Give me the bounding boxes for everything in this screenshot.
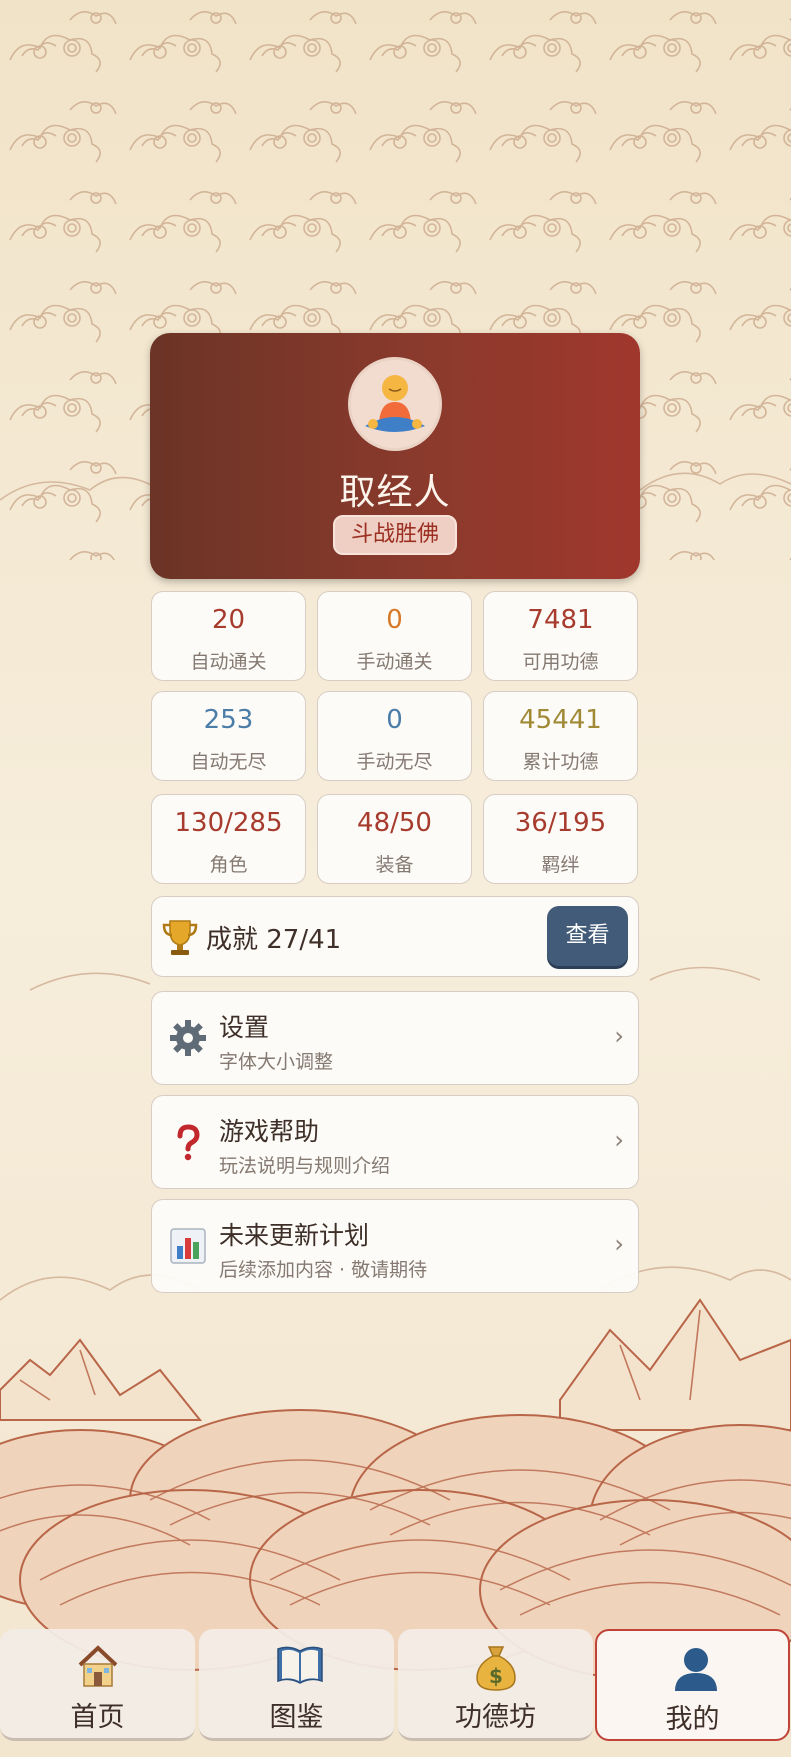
menu-title: 游戏帮助: [219, 1117, 320, 1146]
username: 取经人: [339, 472, 451, 513]
user-icon: [675, 1648, 717, 1691]
tab-label: 我的: [665, 1704, 720, 1735]
achievement-count: 成就 27/41: [206, 925, 342, 955]
trophy-icon: [162, 920, 198, 955]
tab-home[interactable]: 首页: [0, 1629, 195, 1741]
tab-label: 首页: [70, 1702, 125, 1733]
tab-label: 图鉴: [269, 1702, 324, 1733]
menu-subtitle: 字体大小调整: [219, 1051, 334, 1073]
stat-value: 20: [211, 605, 246, 635]
stat-label: 角色: [209, 854, 248, 876]
stat-manual-clear: 0 手动通关: [317, 591, 472, 681]
stat-value: 0: [386, 605, 403, 635]
tab-merit-shop[interactable]: $ 功德坊: [398, 1629, 593, 1741]
bar-chart-icon: [170, 1228, 206, 1264]
stat-auto-clear: 20 自动通关: [151, 591, 306, 681]
stat-label: 自动无尽: [190, 751, 267, 773]
stat-label: 自动通关: [190, 651, 267, 673]
tab-profile[interactable]: 我的: [595, 1629, 790, 1741]
stat-label: 手动通关: [356, 651, 433, 673]
stat-characters[interactable]: 130/285 角色: [151, 794, 306, 884]
stat-value: 0: [386, 705, 403, 735]
stat-value: 130/285: [174, 808, 283, 838]
stat-total-merit: 45441 累计功德: [483, 691, 638, 781]
rank-badge: 斗战胜佛: [333, 515, 457, 555]
stat-available-merit: 7481 可用功德: [483, 591, 638, 681]
meditating-person-icon: [365, 375, 425, 432]
profile-card: 取经人 斗战胜佛: [150, 333, 640, 579]
stat-label: 手动无尽: [356, 751, 433, 773]
tab-label: 功德坊: [455, 1702, 536, 1733]
gear-icon: [170, 1020, 206, 1056]
stat-label: 装备: [375, 854, 414, 876]
stat-manual-endless: 0 手动无尽: [317, 691, 472, 781]
achievement-row: 成就 27/41 查看: [151, 896, 639, 977]
stat-value: 253: [203, 705, 254, 735]
menu-subtitle: 玩法说明与规则介绍: [219, 1155, 391, 1177]
stat-value: 36/195: [514, 808, 607, 838]
chevron-right-icon: ›: [614, 1022, 624, 1050]
stat-label: 累计功德: [522, 751, 599, 773]
stat-label: 可用功德: [522, 651, 599, 673]
menu-title: 设置: [219, 1013, 270, 1042]
avatar[interactable]: [348, 357, 442, 451]
menu-item-help[interactable]: 游戏帮助 玩法说明与规则介绍 ›: [151, 1095, 639, 1189]
menu-item-settings[interactable]: 设置 字体大小调整 ›: [151, 991, 639, 1085]
stat-bonds[interactable]: 36/195 羁绊: [483, 794, 638, 884]
svg-text:$: $: [489, 1664, 503, 1688]
chevron-right-icon: ›: [614, 1230, 624, 1258]
stat-label: 羁绊: [541, 854, 580, 876]
menu-title: 未来更新计划: [219, 1221, 370, 1250]
stat-auto-endless: 253 自动无尽: [151, 691, 306, 781]
stat-value: 48/50: [357, 808, 432, 838]
stat-value: 45441: [519, 705, 602, 735]
tab-collection[interactable]: 图鉴: [199, 1629, 394, 1741]
book-icon: [277, 1646, 323, 1684]
chevron-right-icon: ›: [614, 1126, 624, 1154]
view-achievements-button[interactable]: 查看: [547, 906, 628, 966]
house-icon: [78, 1645, 118, 1687]
menu-item-roadmap[interactable]: 未来更新计划 后续添加内容 · 敬请期待 ›: [151, 1199, 639, 1293]
question-icon: [177, 1124, 200, 1161]
money-bag-icon: $: [476, 1646, 516, 1691]
stat-value: 7481: [527, 605, 594, 635]
stat-equipment[interactable]: 48/50 装备: [317, 794, 472, 884]
menu-subtitle: 后续添加内容 · 敬请期待: [219, 1259, 428, 1281]
